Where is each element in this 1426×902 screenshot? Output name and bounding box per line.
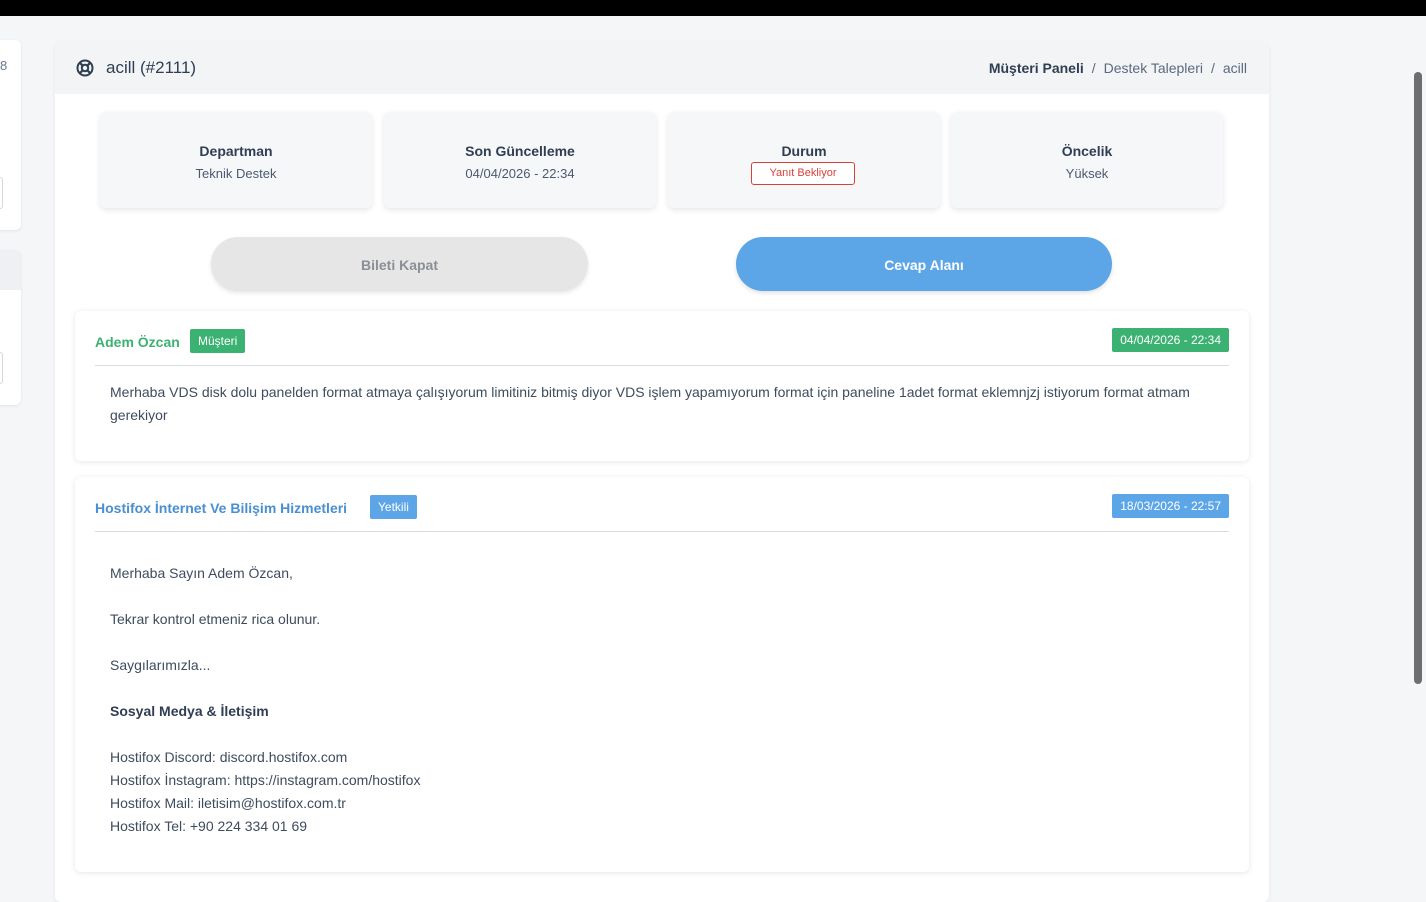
ticket-header: acill (#2111) Müşteri Paneli / Destek Ta… — [55, 42, 1269, 94]
status-label: Durum — [781, 143, 827, 159]
breadcrumb-separator: / — [1091, 60, 1096, 76]
role-badge: Müşteri — [190, 329, 246, 353]
reply-area-button[interactable]: Cevap Alanı — [736, 237, 1112, 291]
message-body: Merhaba Sayın Adem Özcan, Tekrar kontrol… — [110, 562, 1219, 838]
message-author: Hostifox İnternet Ve Bilişim Hizmetleri — [95, 500, 348, 516]
message-line: Saygılarımızla... — [110, 657, 211, 673]
last-update-label: Son Güncelleme — [465, 143, 575, 159]
message-staff: Hostifox İnternet Ve Bilişim Hizmetleri … — [75, 477, 1249, 872]
message-date: 18/03/2026 - 22:57 — [1112, 494, 1229, 518]
message-header: Hostifox İnternet Ve Bilişim Hizmetleri … — [95, 477, 1229, 532]
sidebar-number: 8 — [0, 58, 8, 73]
contact-line: Hostifox Mail: iletisim@hostifox.com.tr — [110, 795, 346, 811]
ticket-panel: acill (#2111) Müşteri Paneli / Destek Ta… — [55, 42, 1269, 902]
last-update-card: Son Güncelleme 04/04/2026 - 22:34 — [384, 112, 656, 208]
breadcrumb-customer-panel[interactable]: Müşteri Paneli — [989, 60, 1084, 76]
priority-label: Öncelik — [1061, 143, 1113, 159]
message-line: Tekrar kontrol etmeniz rica olunur. — [110, 611, 321, 627]
close-ticket-button[interactable]: Bileti Kapat — [211, 237, 588, 291]
last-update-value: 04/04/2026 - 22:34 — [465, 166, 575, 181]
sidebar-card-2 — [0, 250, 21, 405]
breadcrumb-support-tickets[interactable]: Destek Talepleri — [1104, 60, 1203, 76]
role-badge: Yetkili — [370, 495, 417, 519]
ticket-title: acill (#2111) — [106, 58, 197, 77]
contact-line: Hostifox İnstagram: https://instagram.co… — [110, 772, 421, 788]
priority-card: Öncelik Yüksek — [951, 112, 1223, 208]
message-greeting: Merhaba Sayın Adem Özcan, — [110, 565, 293, 581]
message-section-title: Sosyal Medya & İletişim — [110, 703, 269, 719]
message-date: 04/04/2026 - 22:34 — [1112, 328, 1229, 352]
sidebar-card-header — [0, 250, 21, 290]
message-author: Adem Özcan — [95, 334, 180, 350]
message-body: Merhaba VDS disk dolu panelden format at… — [110, 384, 1190, 423]
breadcrumb: Müşteri Paneli / Destek Talepleri / acil… — [989, 60, 1247, 76]
lifebuoy-icon — [76, 59, 94, 77]
contact-line: Hostifox Discord: discord.hostifox.com — [110, 749, 348, 765]
department-card: Departman Teknik Destek — [100, 112, 372, 208]
message-customer: Adem Özcan Müşteri 04/04/2026 - 22:34 Me… — [75, 311, 1249, 461]
page-scrollbar[interactable] — [1414, 72, 1422, 684]
priority-value: Yüksek — [1065, 166, 1109, 181]
sidebar-card: 8 — [0, 40, 21, 230]
message-header: Adem Özcan Müşteri 04/04/2026 - 22:34 — [95, 311, 1229, 366]
breadcrumb-current: acill — [1222, 60, 1247, 76]
sidebar-input-edge-2[interactable] — [0, 352, 3, 384]
browser-top-bar — [0, 0, 1426, 16]
department-label: Departman — [199, 143, 273, 159]
status-card: Durum Yanıt Bekliyor — [668, 112, 940, 208]
department-value: Teknik Destek — [195, 166, 277, 181]
status-badge: Yanıt Bekliyor — [751, 162, 855, 185]
contact-line: Hostifox Tel: +90 224 334 01 69 — [110, 818, 308, 834]
breadcrumb-separator: / — [1210, 60, 1215, 76]
sidebar-input-edge[interactable] — [0, 177, 3, 209]
